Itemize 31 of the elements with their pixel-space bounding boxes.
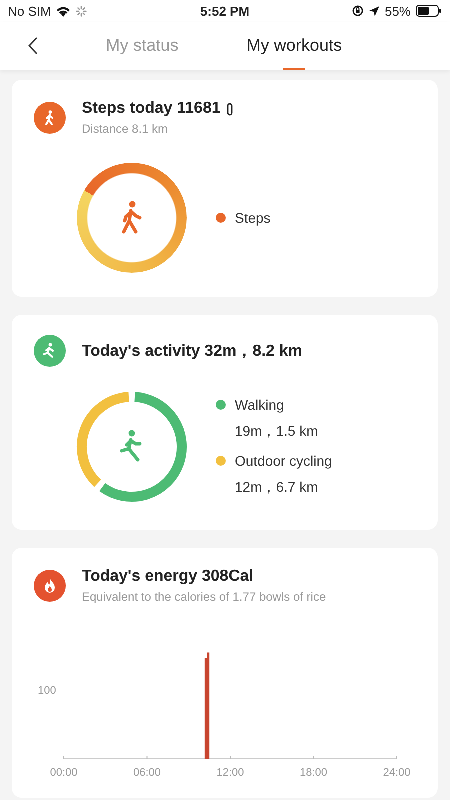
location-arrow-icon: [368, 6, 380, 16]
legend-label: Steps: [235, 210, 271, 226]
battery-percent: 55%: [384, 4, 411, 18]
legend-detail: 19m，1.5 km: [235, 423, 320, 441]
x-tick-label: 24:00: [383, 767, 411, 779]
band-icon: [226, 102, 233, 116]
y-tick-label: 100: [38, 685, 56, 697]
walking-icon: [120, 201, 144, 235]
carrier-label: No SIM: [8, 4, 52, 18]
battery-icon: [416, 5, 442, 17]
legend-label: Outdoor cycling: [235, 453, 332, 469]
card-title: Steps today 11681: [82, 100, 221, 118]
x-tick-label: 00:00: [50, 767, 78, 779]
clock-time: 5:52 PM: [200, 4, 250, 18]
card-title: Today's energy 308Cal: [82, 568, 254, 586]
rotation-lock-icon: [352, 5, 364, 17]
x-tick-label: 18:00: [300, 767, 328, 779]
card-title: Today's activity 32m，8.2 km: [82, 342, 302, 362]
legend-label: Walking: [235, 397, 284, 413]
card-subtitle: Distance 8.1 km: [82, 122, 170, 136]
wifi-icon: [56, 6, 72, 16]
spinner-icon: [76, 6, 88, 16]
x-tick-label: 12:00: [216, 767, 244, 779]
flame-icon: [34, 570, 66, 602]
walking-icon: [34, 102, 66, 134]
card-subtitle: Equivalent to the calories of 1.77 bowls of rice: [82, 590, 326, 604]
back-icon[interactable]: [28, 37, 38, 55]
nav-tab[interactable]: My workouts: [246, 22, 342, 70]
x-tick-label: 06:00: [133, 767, 162, 779]
legend-detail: 12m，6.7 km: [235, 479, 320, 497]
running-icon: [34, 335, 66, 367]
